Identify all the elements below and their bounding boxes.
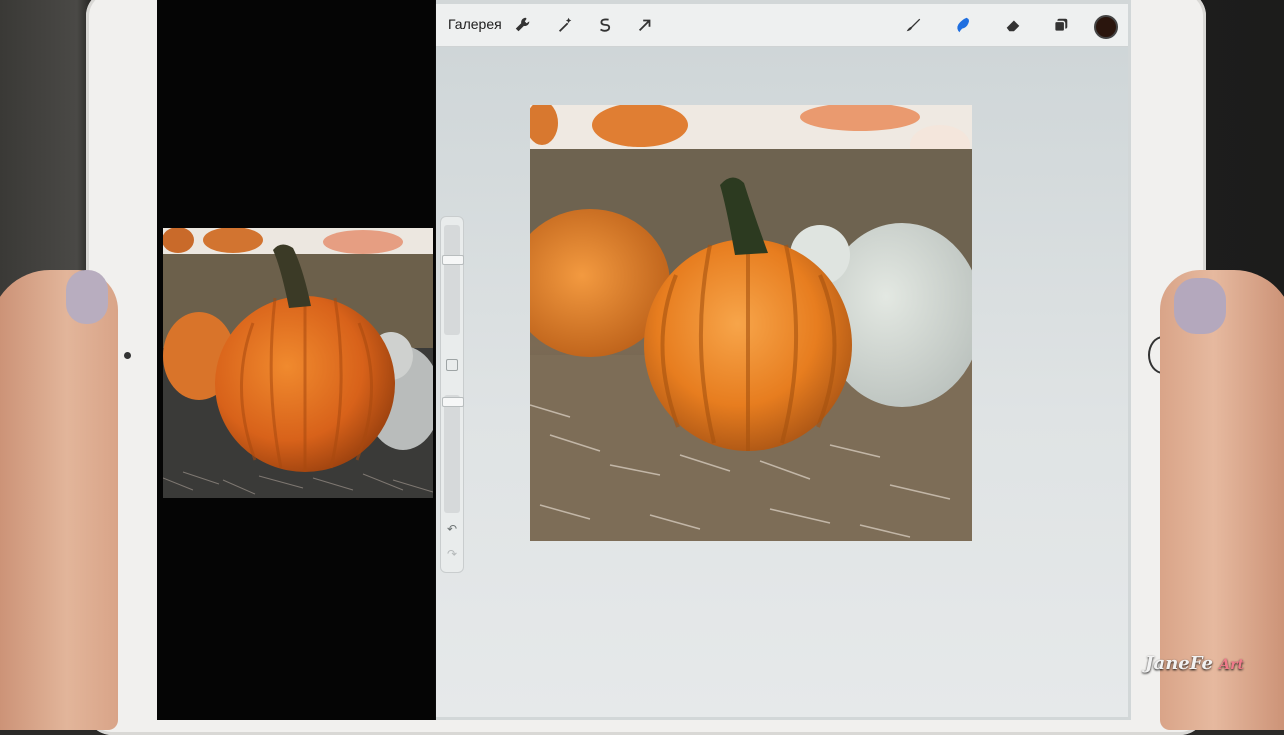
- opacity-thumb[interactable]: [442, 397, 464, 407]
- side-toolbar: ↶ ↷: [440, 216, 464, 573]
- magic-wand-icon[interactable]: [554, 14, 576, 36]
- current-color-swatch[interactable]: [1094, 15, 1118, 39]
- brush-size-thumb[interactable]: [442, 255, 464, 265]
- undo-icon[interactable]: ↶: [445, 522, 459, 536]
- wrench-icon[interactable]: [512, 14, 534, 36]
- camera-dot: [124, 352, 131, 359]
- modify-button[interactable]: [446, 359, 458, 371]
- selection-s-icon[interactable]: [594, 14, 616, 36]
- gallery-button[interactable]: Галерея: [448, 16, 502, 32]
- reference-photo[interactable]: [163, 228, 433, 498]
- left-thumbnail-nail: [66, 270, 108, 324]
- paintbrush-icon[interactable]: [902, 14, 924, 36]
- painted-pumpkin-image: [530, 105, 972, 541]
- artwork-canvas[interactable]: [530, 105, 972, 541]
- watermark-logo: JaneFe Art: [1145, 653, 1244, 674]
- ipad-screen: Галерея ↶ ↷: [157, 0, 1131, 720]
- watermark-name: JaneFe: [1145, 653, 1213, 674]
- right-thumbnail-nail: [1174, 278, 1226, 334]
- opacity-slider[interactable]: [444, 395, 460, 513]
- watermark-suffix: Art: [1219, 657, 1244, 673]
- procreate-app: Галерея ↶ ↷: [436, 0, 1131, 720]
- arrow-cursor-icon[interactable]: [634, 14, 656, 36]
- left-hand: [0, 270, 118, 730]
- layers-icon[interactable]: [1050, 14, 1072, 36]
- top-toolbar: Галерея: [436, 4, 1128, 47]
- redo-icon[interactable]: ↷: [445, 547, 459, 561]
- reference-panel: [157, 0, 435, 720]
- eraser-icon[interactable]: [1002, 14, 1024, 36]
- brush-size-slider[interactable]: [444, 225, 460, 335]
- reference-pumpkin-image: [163, 228, 433, 498]
- smudge-icon[interactable]: [952, 14, 974, 36]
